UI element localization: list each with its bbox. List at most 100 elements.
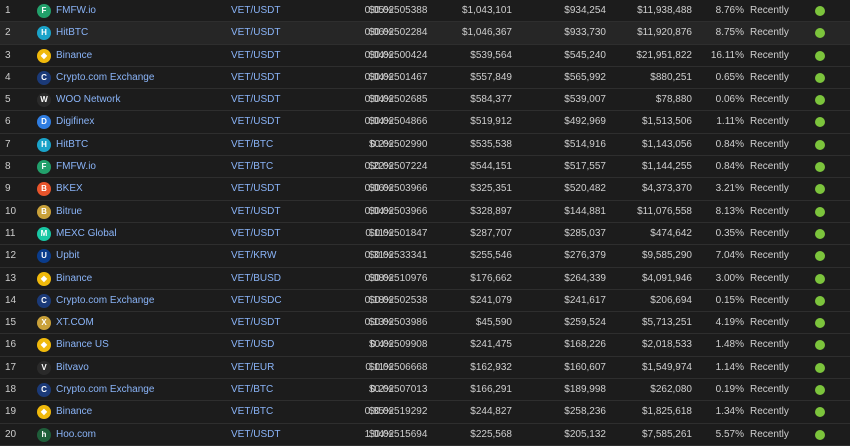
pair-link[interactable]: VET/USDT [231,22,280,44]
rank: 15 [5,317,17,329]
pair-link[interactable]: VET/USDT [231,0,280,22]
exchange-link[interactable]: Digifinex [56,111,94,133]
pair-link[interactable]: VET/USDT [231,45,280,67]
pair-link[interactable]: VET/BTC [231,401,273,423]
pair-link[interactable]: VET/USDT [231,201,280,223]
spread: 0.06% [364,27,393,39]
exchange-link[interactable]: Hoo.com [56,424,96,446]
exchange-link[interactable]: BKEX [56,178,83,200]
trust-score-indicator [815,429,825,440]
trust-score-indicator [815,184,825,195]
volume-24h: $1,513,506 [641,116,692,128]
depth-plus-2: $241,079 [470,294,512,306]
spread: 0.04% [364,205,393,217]
exchange-link[interactable]: Crypto.com Exchange [56,67,154,89]
exchange-link[interactable]: HitBTC [56,134,88,156]
rank: 12 [5,250,17,262]
last-updated: Recently [750,272,789,284]
exchange-link[interactable]: Crypto.com Exchange [56,290,154,312]
depth-minus-2: $517,557 [564,161,606,173]
exchange-link[interactable]: Bitvavo [56,357,89,379]
spread: 0.2% [370,384,393,396]
depth-minus-2: $160,607 [564,361,606,373]
exchange-link[interactable]: Bitrue [56,201,82,223]
rank: 6 [5,116,11,128]
exchange-link[interactable]: Crypto.com Exchange [56,379,154,401]
depth-plus-2: $328,897 [470,205,512,217]
spread: 0.11% [365,227,393,239]
rank: 3 [5,49,11,61]
exchange-link[interactable]: Binance [56,45,92,67]
depth-plus-2: $255,546 [470,250,512,262]
pair-link[interactable]: VET/BTC [231,379,273,401]
pair-link[interactable]: VET/USDT [231,111,280,133]
depth-plus-2: $1,043,101 [461,5,512,16]
depth-plus-2: $1,046,367 [461,27,512,39]
last-updated: Recently [750,250,789,262]
depth-plus-2: $519,912 [470,116,512,128]
depth-plus-2: $166,291 [470,384,512,396]
pair-link[interactable]: VET/USDT [231,67,280,89]
depth-plus-2: $176,662 [470,272,512,284]
last-updated: Recently [750,116,789,128]
pair-link[interactable]: VET/USDT [231,424,280,446]
bitvavo-icon: V [37,360,51,375]
spread: 0.13% [364,317,393,329]
volume-24h: $78,880 [655,94,692,106]
pair-link[interactable]: VET/USDT [231,223,280,245]
hitbtc-icon: H [37,26,51,41]
pair-link[interactable]: VET/USDT [231,178,280,200]
table-row: 15 X XT.COM VET/USDT $0.02503986 0.13% $… [0,312,850,335]
rank: 10 [5,205,17,217]
volume-share: 0.35% [715,227,744,239]
spread: 0.06% [364,183,393,195]
table-row: 9 B BKEX VET/USDT $0.02503966 0.06% $325… [0,178,850,201]
pair-link[interactable]: VET/USDT [231,312,280,334]
trust-score-indicator [815,273,825,284]
rank: 16 [5,339,17,351]
exchange-link[interactable]: Binance [56,401,92,423]
cryptocom-icon: C [37,383,51,398]
rank: 2 [5,27,11,39]
depth-plus-2: $287,707 [470,227,512,239]
exchange-link[interactable]: HitBTC [56,22,88,44]
table-row: 1 F FMFW.io VET/USDT $0.02505388 0.05% $… [0,0,850,23]
exchange-link[interactable]: Upbit [56,245,79,267]
spread: 0.11% [365,361,393,373]
pair-link[interactable]: VET/BTC [231,156,273,178]
pair-link[interactable]: VET/USDC [231,290,282,312]
trust-score-indicator [815,28,825,39]
spread: 0.18% [364,294,393,306]
spread: 0.08% [364,272,393,284]
rank: 5 [5,94,11,106]
pair-link[interactable]: VET/BTC [231,134,273,156]
exchange-link[interactable]: FMFW.io [56,156,96,178]
pair-link[interactable]: VET/USD [231,334,274,356]
volume-24h: $880,251 [650,71,692,83]
depth-minus-2: $276,379 [564,250,606,262]
rank: 14 [5,294,17,306]
exchange-link[interactable]: Binance [56,268,92,290]
pair-link[interactable]: VET/EUR [231,357,274,379]
exchange-link[interactable]: WOO Network [56,89,120,111]
spread: 0.2% [370,138,393,150]
volume-24h: $9,585,290 [641,250,692,262]
exchange-link[interactable]: FMFW.io [56,0,96,22]
exchange-link[interactable]: Binance US [56,334,109,356]
depth-minus-2: $264,339 [564,272,606,284]
volume-share: 1.48% [715,339,744,351]
spread: 0.04% [364,49,393,61]
spread: 0.04% [364,116,393,128]
exchange-link[interactable]: MEXC Global [56,223,117,245]
volume-share: 8.76% [715,5,744,16]
exchange-link[interactable]: XT.COM [56,312,94,334]
pair-link[interactable]: VET/USDT [231,89,280,111]
rank: 11 [5,227,16,239]
binance-us-icon: ◆ [37,338,51,353]
volume-24h: $4,373,370 [641,183,692,195]
rank: 7 [5,138,11,150]
depth-minus-2: $285,037 [564,227,606,239]
pair-link[interactable]: VET/KRW [231,245,276,267]
volume-share: 4.19% [715,317,744,329]
pair-link[interactable]: VET/BUSD [231,268,281,290]
